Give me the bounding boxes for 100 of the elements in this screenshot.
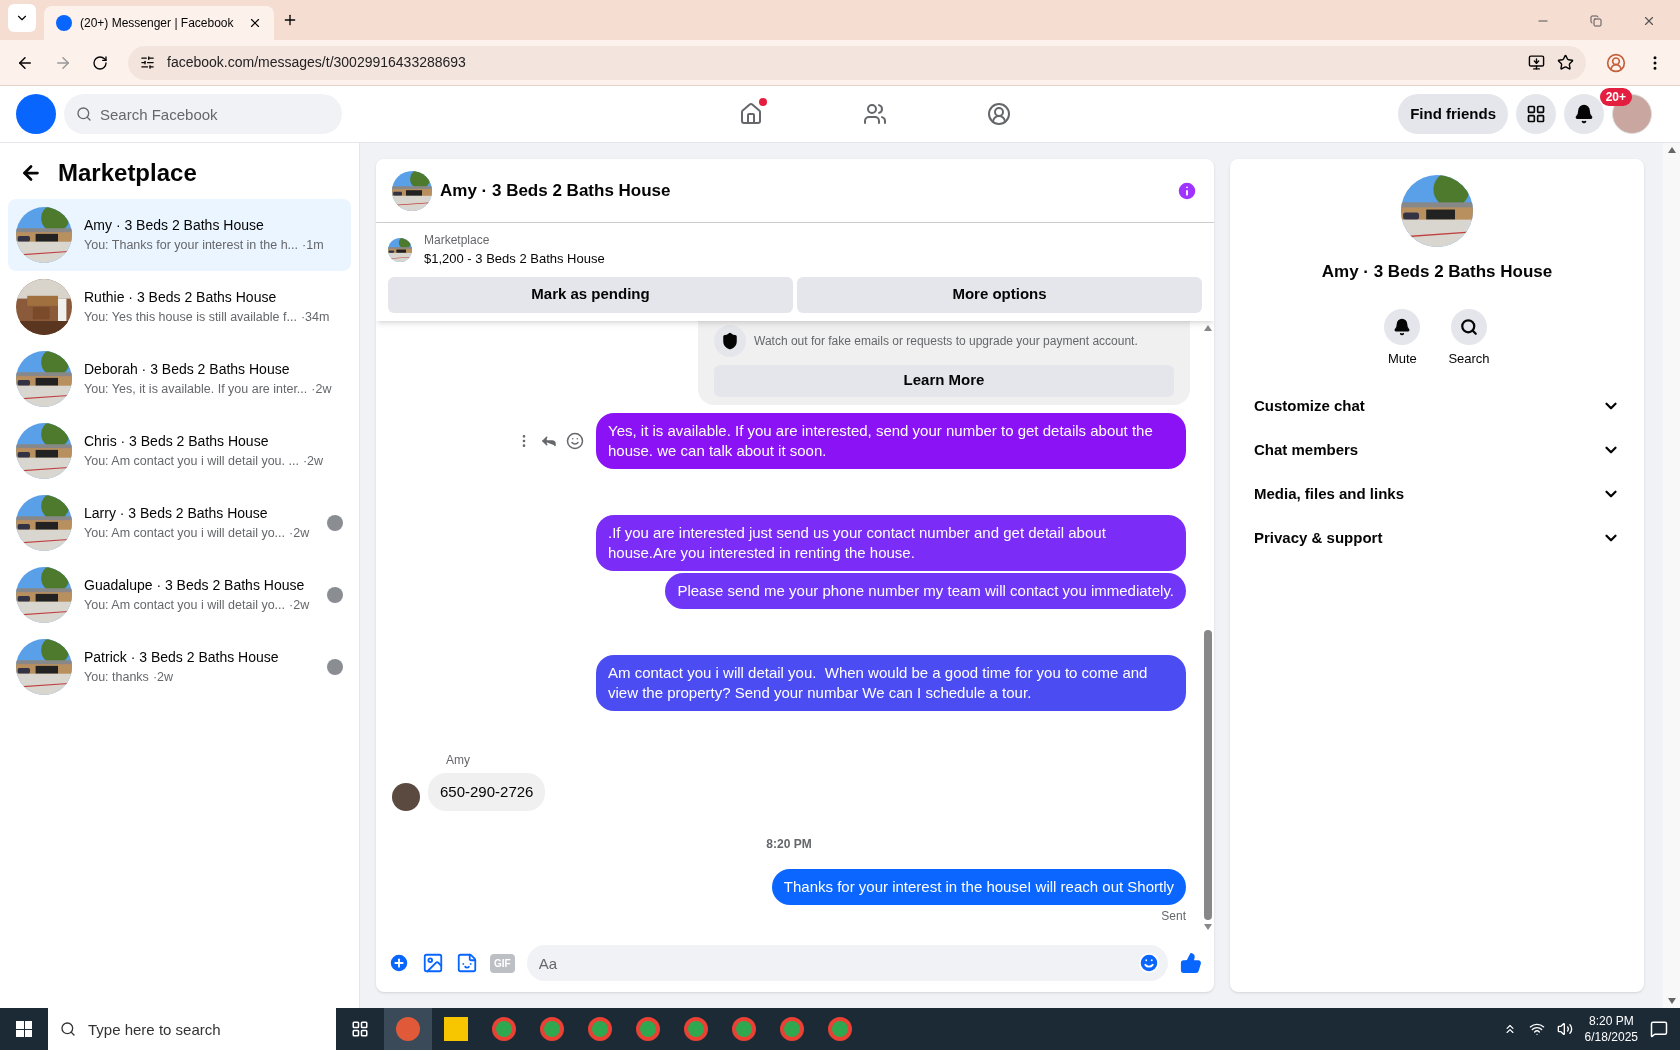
message-time: ·2w — [289, 525, 310, 543]
reload-icon[interactable] — [92, 54, 108, 71]
action-label: Search — [1448, 349, 1490, 368]
section-row[interactable]: Media, files and links — [1246, 472, 1628, 516]
add-icon[interactable] — [388, 952, 410, 974]
install-icon[interactable] — [1528, 54, 1545, 71]
like-icon[interactable] — [1180, 952, 1202, 974]
scroll-down-icon[interactable] — [1204, 924, 1212, 930]
tab-title: (20+) Messenger | Facebook — [80, 15, 235, 32]
bell-icon — [1574, 104, 1594, 124]
message-preview: You: Yes this house is still available f... — [84, 309, 297, 327]
notifications-button[interactable] — [1564, 94, 1604, 134]
url-text: facebook.com/messages/t/30029916433288693 — [167, 53, 467, 72]
conversation-item[interactable]: Amy · 3 Beds 2 Baths House You: Thanks for your interest in the h... ·1m — [8, 199, 351, 271]
action-label: Mute — [1387, 349, 1417, 368]
taskbar-search-field[interactable]: Type here to search — [48, 1008, 336, 1050]
section-row[interactable]: Chat members — [1246, 428, 1628, 472]
conversation-name: Larry · 3 Beds 2 Baths House — [84, 504, 269, 524]
listing-action-button[interactable]: More options — [797, 276, 1202, 313]
clock-time: 8:20 PM — [1588, 1013, 1634, 1029]
mute-button[interactable] — [1384, 308, 1421, 345]
notice-text: Watch out for fake emails or requests to upgrade your payment account. — [754, 332, 1138, 350]
notification-badge: 20+ — [1599, 88, 1632, 106]
grid-icon — [1526, 104, 1546, 124]
new-tab-icon[interactable] — [282, 12, 298, 28]
clock-date: 6/18/2025 — [1584, 1029, 1638, 1045]
message-time: ·1m — [302, 237, 324, 255]
bell-icon — [1393, 317, 1412, 336]
scroll-down-icon[interactable] — [1667, 998, 1676, 1004]
listing-title: $1,200 - 3 Beds 2 Baths House — [424, 250, 605, 268]
message-time: ·2w — [302, 453, 324, 471]
conversation-item[interactable]: Guadalupe · 3 Beds 2 Baths House You: Am contact you i will detail yo... ·2w — [8, 559, 351, 631]
chat-title: Amy · 3 Beds 2 Baths House — [440, 179, 672, 202]
close-icon[interactable] — [248, 16, 262, 30]
timestamp: 8:20 PM — [766, 836, 812, 853]
incoming-message: 650-290-2726 — [428, 772, 546, 811]
site-info-icon — [140, 55, 155, 70]
menu-button[interactable] — [1516, 94, 1556, 134]
info-title: Amy · 3 Beds 2 Baths House — [1321, 261, 1553, 283]
bookmark-icon[interactable] — [1557, 54, 1574, 71]
sticker-icon[interactable] — [456, 952, 478, 974]
conversation-name: Ruthie · 3 Beds 2 Baths House — [84, 288, 278, 308]
restore-icon[interactable] — [1590, 15, 1602, 27]
info-icon[interactable] — [1176, 179, 1198, 202]
back-icon[interactable] — [20, 162, 42, 184]
outgoing-message: .If you are interested just send us your contact number and get detail about house.Are you interested in renting the house. — [596, 514, 1186, 571]
message-time: ·2w — [289, 597, 310, 615]
message-status: Sent — [1161, 908, 1186, 925]
message-preview: You: thanks — [84, 669, 149, 687]
conversation-item[interactable]: Ruthie · 3 Beds 2 Baths House You: Yes this house is still available f... ·34m — [8, 271, 351, 343]
notifications-icon[interactable] — [1650, 1020, 1668, 1038]
outgoing-message: Thanks for your interest in the houseI will reach out Shortly — [771, 869, 1186, 905]
message-preview: You: Am contact you i will detail you. ... — [84, 453, 299, 471]
listing-label: Marketplace — [424, 232, 491, 249]
learn-more-button[interactable]: Learn More — [714, 364, 1174, 397]
message-time: ·34m — [300, 309, 330, 327]
conversation-name: Guadalupe · 3 Beds 2 Baths House — [84, 576, 306, 596]
conversation-name: Chris · 3 Beds 2 Baths House — [84, 432, 270, 452]
react-icon[interactable] — [566, 431, 584, 450]
outgoing-message: Yes, it is available. If you are interested, send your number to get details about the house. we can talk about it soon. — [596, 412, 1186, 469]
listing-action-button[interactable]: Mark as pending — [388, 276, 793, 313]
sender-name: Amy — [446, 751, 471, 769]
conversation-item[interactable]: Deborah · 3 Beds 2 Baths House You: Yes, it is available. If you are inter... ·2w — [8, 343, 351, 415]
message-field[interactable]: Aa — [526, 945, 1168, 981]
message-preview: You: Thanks for your interest in the h... — [84, 237, 298, 255]
conversation-item[interactable]: Chris · 3 Beds 2 Baths House You: Am contact you i will detail you. ... ·2w — [8, 415, 351, 487]
scroll-thumb[interactable] — [1204, 630, 1212, 920]
sender-avatar — [392, 783, 420, 811]
conversation-item[interactable]: Patrick · 3 Beds 2 Baths House You: thanks ·2w — [8, 631, 351, 703]
section-row[interactable]: Customize chat — [1246, 384, 1628, 428]
conversation-name: Deborah · 3 Beds 2 Baths House — [84, 360, 291, 380]
message-time: ·2w — [311, 381, 332, 399]
message-preview: You: Am contact you i will detail yo... — [84, 525, 286, 543]
section-row[interactable]: Privacy & support — [1246, 516, 1628, 560]
sidebar-title: Marketplace — [58, 158, 197, 188]
network-icon[interactable] — [1528, 1021, 1545, 1037]
find-friends-button[interactable]: Find friends — [1398, 94, 1508, 134]
outgoing-message: Please send me your phone number my team will contact you immediately. — [665, 572, 1186, 609]
search-icon — [1460, 317, 1478, 336]
search-icon — [76, 106, 92, 122]
volume-icon[interactable] — [1556, 1021, 1573, 1037]
search-button[interactable] — [1451, 308, 1487, 345]
shield-icon — [714, 324, 746, 357]
scroll-up-icon[interactable] — [1204, 324, 1212, 331]
photo-icon[interactable] — [422, 952, 444, 974]
scroll-up-icon[interactable] — [1667, 147, 1676, 153]
emoji-icon[interactable] — [1138, 952, 1160, 974]
message-time: ·2w — [152, 669, 174, 687]
profile-icon[interactable] — [1606, 52, 1626, 73]
message-preview: You: Yes, it is available. If you are inter... — [84, 381, 308, 399]
search-icon — [60, 1021, 76, 1037]
conversation-item[interactable]: Larry · 3 Beds 2 Baths House You: Am contact you i will detail yo... ·2w — [8, 487, 351, 559]
outgoing-message: Am contact you i will detail you. When would be a good time for you to come and view the property? Send your numbar We can I schedule a tour. — [596, 654, 1186, 711]
search-field[interactable]: Search Facebook — [64, 94, 342, 134]
address-bar[interactable]: facebook.com/messages/t/30029916433288693 — [128, 45, 1586, 80]
conversation-name: Patrick · 3 Beds 2 Baths House — [84, 648, 280, 668]
browser-tab[interactable]: (20+) Messenger | Facebook — [44, 6, 274, 40]
friends-icon[interactable] — [863, 102, 888, 126]
message-preview: You: Am contact you i will detail yo... — [84, 597, 286, 615]
groups-icon[interactable] — [987, 102, 1012, 126]
